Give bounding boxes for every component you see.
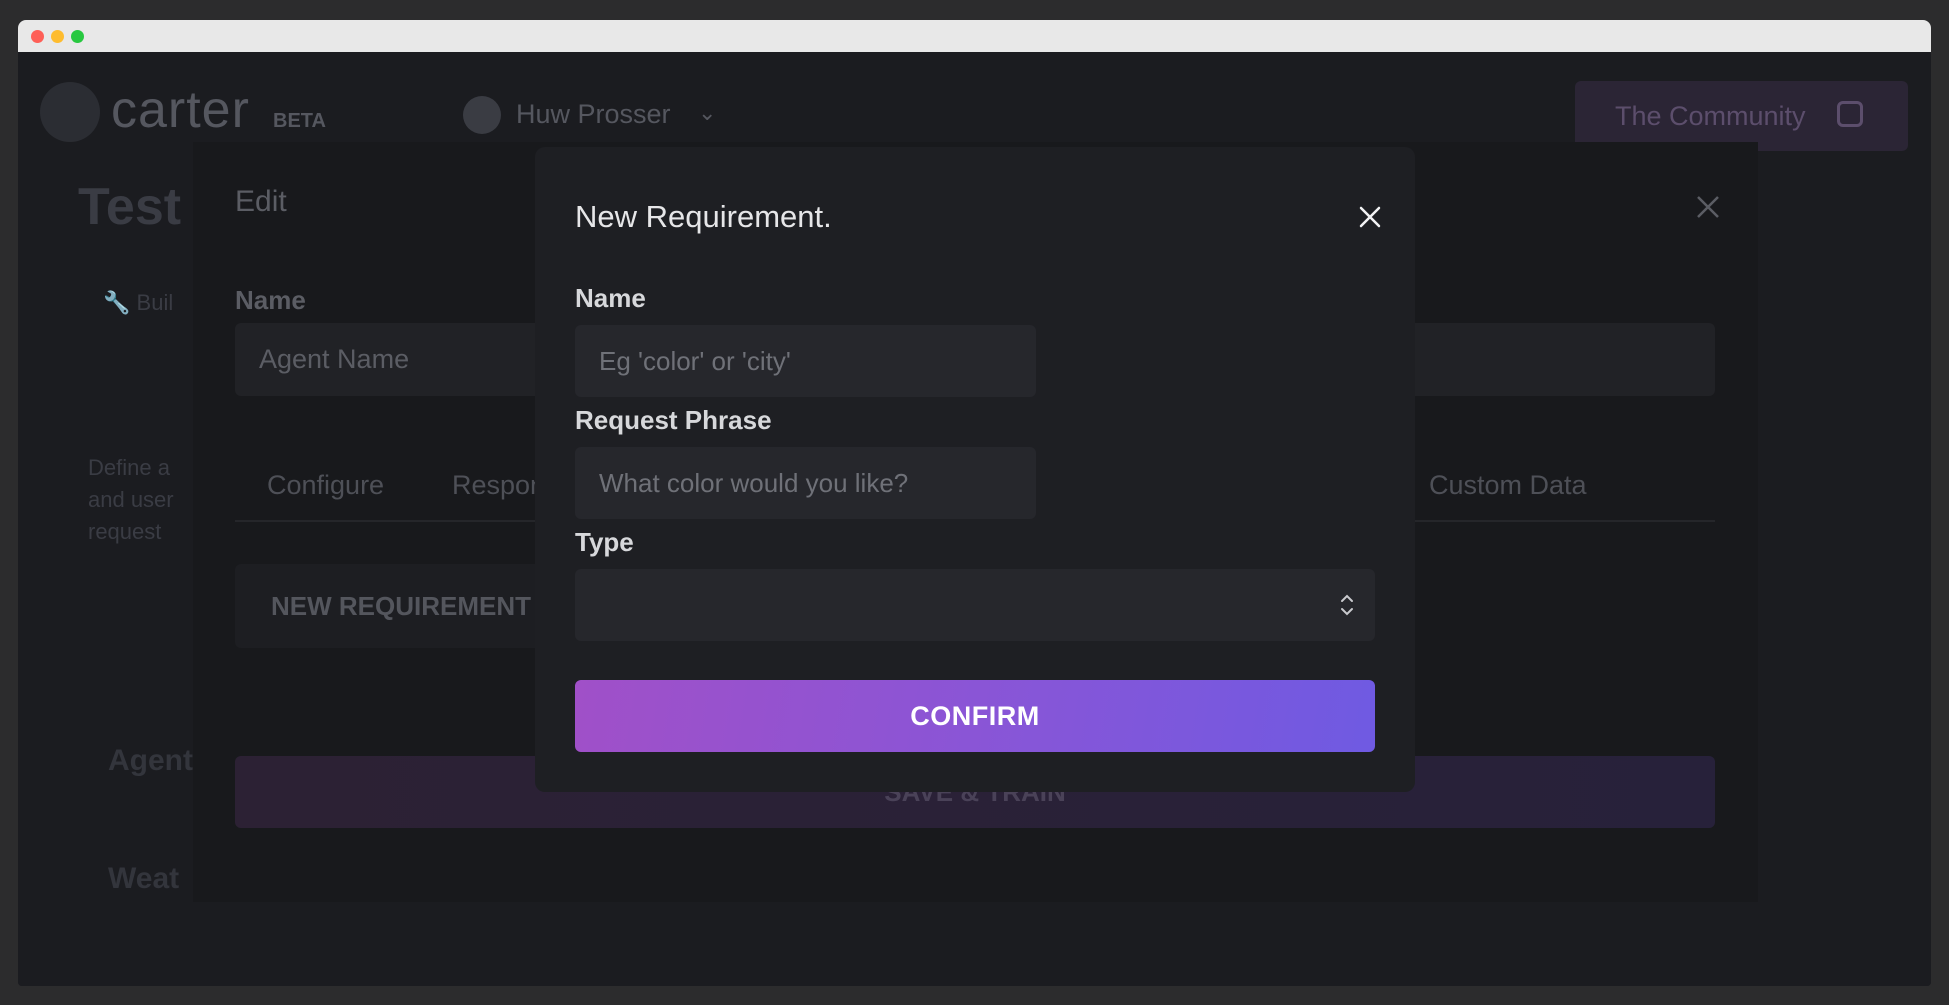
type-label: Type xyxy=(575,527,634,557)
agent-name-placeholder: Agent Name xyxy=(259,344,410,374)
community-button[interactable]: The Community xyxy=(1575,81,1908,151)
page-description: Define a and user request xyxy=(88,455,174,544)
community-button-label: The Community xyxy=(1615,100,1806,131)
close-window-button[interactable] xyxy=(31,30,44,43)
user-avatar[interactable] xyxy=(463,96,501,134)
maximize-window-button[interactable] xyxy=(71,30,84,43)
modal-title: New Requirement. xyxy=(575,199,832,234)
request-phrase-label: Request Phrase xyxy=(575,405,772,435)
window-titlebar xyxy=(18,20,1931,52)
requirement-name-input[interactable] xyxy=(575,325,1036,397)
build-link-label: Buil xyxy=(136,290,174,315)
external-link-icon xyxy=(1837,101,1863,127)
logo-text: carter xyxy=(111,81,250,139)
edit-dialog-title: Edit xyxy=(235,185,287,218)
tab-configure[interactable]: Configure xyxy=(267,470,384,501)
close-icon[interactable] xyxy=(1693,192,1723,222)
close-icon[interactable] xyxy=(1355,202,1385,232)
confirm-button[interactable]: CONFIRM xyxy=(575,680,1375,752)
page-title: Test I xyxy=(78,178,210,236)
browser-window: carter BETA Huw Prosser ⌄ The Community … xyxy=(18,20,1931,986)
name-label: Name xyxy=(575,283,646,313)
type-select[interactable] xyxy=(575,569,1375,641)
new-requirement-button[interactable]: NEW REQUIREMENT xyxy=(235,564,545,648)
build-link[interactable]: 🔧 Buil xyxy=(103,290,173,316)
minimize-window-button[interactable] xyxy=(51,30,64,43)
logo-icon xyxy=(40,82,100,142)
select-arrows-icon xyxy=(1341,594,1353,616)
new-requirement-modal: New Requirement. Name Request Phrase Typ… xyxy=(535,147,1415,792)
section-weather-heading: Weat xyxy=(108,862,180,895)
edit-name-label: Name xyxy=(235,285,306,315)
section-agents-heading: Agent xyxy=(108,744,193,777)
tab-custom-data[interactable]: Custom Data xyxy=(1429,470,1587,501)
wrench-icon: 🔧 xyxy=(103,290,131,315)
user-name[interactable]: Huw Prosser xyxy=(516,99,671,130)
beta-badge: BETA xyxy=(273,110,326,132)
tab-responses[interactable]: Respon xyxy=(452,470,545,501)
request-phrase-input[interactable] xyxy=(575,447,1036,519)
chevron-down-icon[interactable]: ⌄ xyxy=(698,100,716,126)
